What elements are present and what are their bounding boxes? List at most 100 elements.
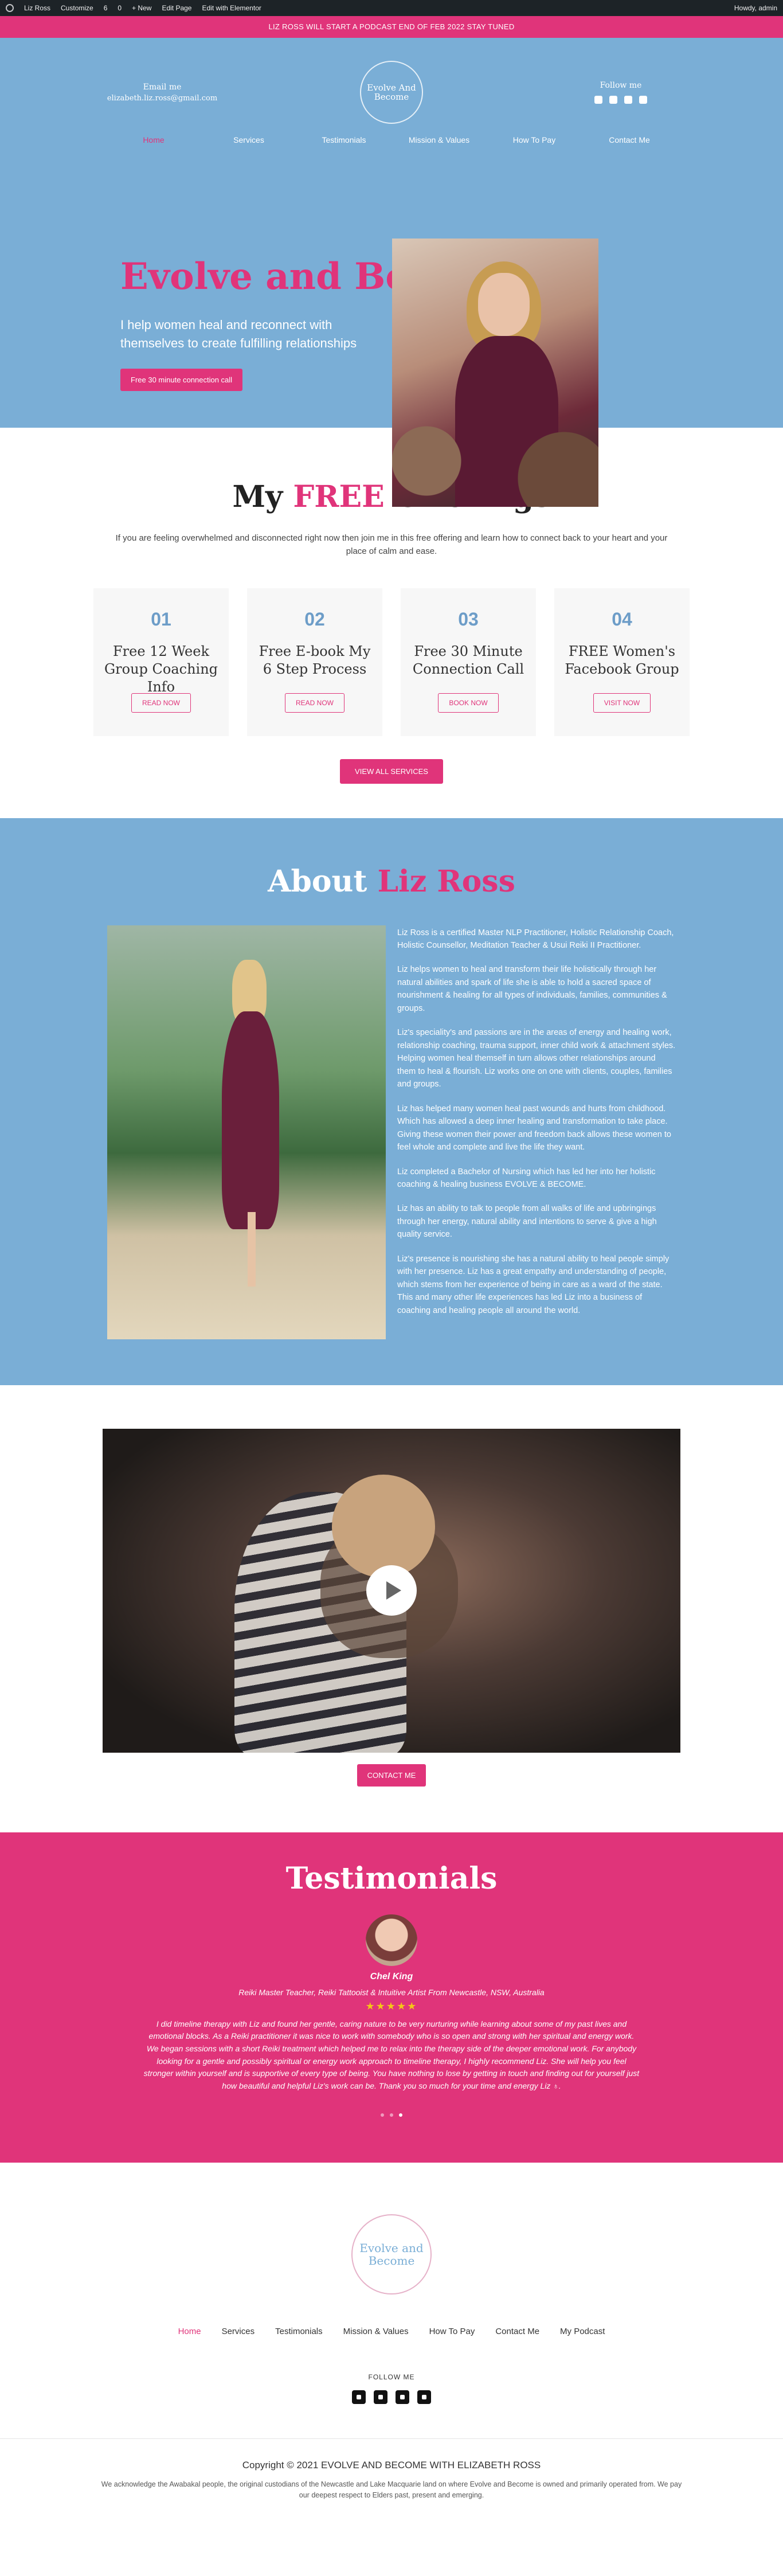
about-paragraph: Liz's speciality's and passions are in t… <box>397 1028 676 1089</box>
hero-subtitle: I help women heal and reconnect with the… <box>120 318 357 350</box>
logo-line-1: Evolve And <box>367 82 416 93</box>
follow-block: Follow me <box>563 81 678 104</box>
linkedin-icon[interactable] <box>624 96 632 104</box>
offerings-title: My FREE Offerings <box>232 479 550 514</box>
admin-edit-elementor[interactable]: Edit with Elementor <box>202 4 261 12</box>
card-number: 03 <box>458 608 479 630</box>
play-icon[interactable] <box>366 1565 417 1616</box>
footer-nav-my-podcast[interactable]: My Podcast <box>560 2327 605 2336</box>
about-paragraph: Liz completed a Bachelor of Nursing whic… <box>397 1167 656 1189</box>
announcement-bar: LIZ ROSS WILL START A PODCAST END OF FEB… <box>0 16 783 38</box>
admin-comments-count[interactable]: 0 <box>118 4 122 12</box>
testimonial-role: Reiki Master Teacher, Reiki Tattooist & … <box>238 1987 545 1997</box>
footer-logo-line-2: Become <box>368 2253 415 2268</box>
about-paragraph: Liz's presence is nourishing she has a n… <box>397 1254 670 1315</box>
admin-new[interactable]: + New <box>132 4 151 12</box>
footer-nav-mission-values[interactable]: Mission & Values <box>343 2327 409 2336</box>
admin-customize[interactable]: Customize <box>61 4 93 12</box>
follow-label: Follow me <box>600 81 642 90</box>
about-paragraph: Liz Ross is a certified Master NLP Pract… <box>397 928 674 950</box>
youtube-icon[interactable] <box>639 96 647 104</box>
footer-nav-services[interactable]: Services <box>222 2327 255 2336</box>
header-social-links <box>563 96 678 104</box>
about-paragraph: Liz helps women to heal and transform th… <box>397 965 667 1013</box>
about-photo <box>107 925 386 1339</box>
offering-card: 01 Free 12 Week Group Coaching Info READ… <box>93 588 229 736</box>
free-call-button[interactable]: Free 30 minute connection call <box>120 368 243 391</box>
card-button[interactable]: BOOK NOW <box>438 693 499 713</box>
site-logo[interactable]: Evolve And Become <box>360 61 423 124</box>
main-nav: Home Services Testimonials Mission & Val… <box>105 130 678 150</box>
facebook-icon[interactable] <box>352 2390 366 2404</box>
footer-nav-home[interactable]: Home <box>178 2327 201 2336</box>
youtube-icon[interactable] <box>417 2390 431 2404</box>
footer-logo-line-1: Evolve and <box>359 2241 424 2255</box>
about-paragraph: Liz has an ability to talk to people fro… <box>397 1204 657 1240</box>
footer: Evolve and Become Home Services Testimon… <box>0 2163 783 2438</box>
card-button[interactable]: VISIT NOW <box>593 693 651 713</box>
linkedin-icon[interactable] <box>396 2390 409 2404</box>
about-text: Liz Ross is a certified Master NLP Pract… <box>397 925 676 1339</box>
hero-photo <box>392 239 598 507</box>
footer-nav-testimonials[interactable]: Testimonials <box>275 2327 323 2336</box>
card-title: Free 30 Minute Connection Call <box>412 643 524 677</box>
testimonials-title: Testimonials <box>285 1860 498 1896</box>
email-block: Email me elizabeth.liz.ross@gmail.com <box>105 83 220 103</box>
hero-title: Evolve and Become <box>120 255 518 298</box>
facebook-icon[interactable] <box>594 96 602 104</box>
contact-me-button[interactable]: CONTACT ME <box>357 1764 426 1787</box>
admin-howdy[interactable]: Howdy, admin <box>734 4 777 12</box>
testimonial-quote: I did timeline therapy with Liz and foun… <box>143 2019 640 2090</box>
about-title: About Liz Ross <box>268 863 515 899</box>
nav-how-to-pay[interactable]: How To Pay <box>487 130 582 150</box>
wp-admin-bar: Liz Ross Customize 6 0 + New Edit Page E… <box>0 0 783 16</box>
offering-cards: 01 Free 12 Week Group Coaching Info READ… <box>0 588 783 736</box>
email-label: Email me <box>143 82 182 92</box>
card-title: FREE Women's Facebook Group <box>565 643 679 677</box>
hero-section: Email me elizabeth.liz.ross@gmail.com Ev… <box>0 38 783 507</box>
card-number: 01 <box>151 608 171 630</box>
footer-nav-how-to-pay[interactable]: How To Pay <box>429 2327 475 2336</box>
view-all-services-button[interactable]: VIEW ALL SERVICES <box>340 759 443 784</box>
card-title: Free E-book My 6 Step Process <box>259 643 371 677</box>
footer-follow-label: FOLLOW ME <box>368 2372 415 2381</box>
offerings-intro: If you are feeling overwhelmed and disco… <box>115 533 668 557</box>
card-button[interactable]: READ NOW <box>285 693 344 713</box>
hero-content: Evolve and Become I help women heal and … <box>120 255 518 391</box>
star-rating: ★★★★★ <box>365 2000 418 2012</box>
carousel-dots <box>0 2113 783 2117</box>
nav-home[interactable]: Home <box>106 130 201 150</box>
testimonials-section: Testimonials Chel King Reiki Master Teac… <box>0 1832 783 2163</box>
wordpress-logo-icon[interactable] <box>6 4 14 12</box>
acknowledgement: We acknowledge the Awabakal people, the … <box>101 2480 682 2499</box>
offering-card: 04 FREE Women's Facebook Group VISIT NOW <box>554 588 690 736</box>
carousel-dot[interactable] <box>381 2113 384 2117</box>
footer-nav: Home Services Testimonials Mission & Val… <box>0 2327 783 2336</box>
about-paragraph: Liz has helped many women heal past woun… <box>397 1104 671 1152</box>
card-button[interactable]: READ NOW <box>131 693 191 713</box>
testimonial-avatar <box>366 1914 417 1966</box>
carousel-dot[interactable] <box>390 2113 393 2117</box>
copyright: Copyright © 2021 EVOLVE AND BECOME WITH … <box>242 2459 541 2471</box>
instagram-icon[interactable] <box>374 2390 387 2404</box>
email-link[interactable]: elizabeth.liz.ross@gmail.com <box>105 94 220 103</box>
footer-logo[interactable]: Evolve and Become <box>351 2214 432 2294</box>
nav-mission-values[interactable]: Mission & Values <box>391 130 487 150</box>
footer-nav-contact-me[interactable]: Contact Me <box>495 2327 539 2336</box>
instagram-icon[interactable] <box>609 96 617 104</box>
admin-updates-count[interactable]: 6 <box>104 4 108 12</box>
footer-social-links <box>0 2390 783 2404</box>
video-section: CONTACT ME <box>0 1385 783 1832</box>
footer-bottom: Copyright © 2021 EVOLVE AND BECOME WITH … <box>0 2438 783 2524</box>
offerings-section: My FREE Offerings If you are feeling ove… <box>0 428 783 818</box>
logo-line-2: Become <box>374 92 409 102</box>
admin-edit-page[interactable]: Edit Page <box>162 4 191 12</box>
admin-site-name[interactable]: Liz Ross <box>24 4 50 12</box>
nav-contact-me[interactable]: Contact Me <box>582 130 677 150</box>
testimonial-name: Chel King <box>370 1971 413 1981</box>
nav-testimonials[interactable]: Testimonials <box>296 130 391 150</box>
offering-card: 03 Free 30 Minute Connection Call BOOK N… <box>401 588 536 736</box>
carousel-dot-active[interactable] <box>399 2113 402 2117</box>
nav-services[interactable]: Services <box>201 130 296 150</box>
video-player[interactable] <box>103 1428 680 1753</box>
